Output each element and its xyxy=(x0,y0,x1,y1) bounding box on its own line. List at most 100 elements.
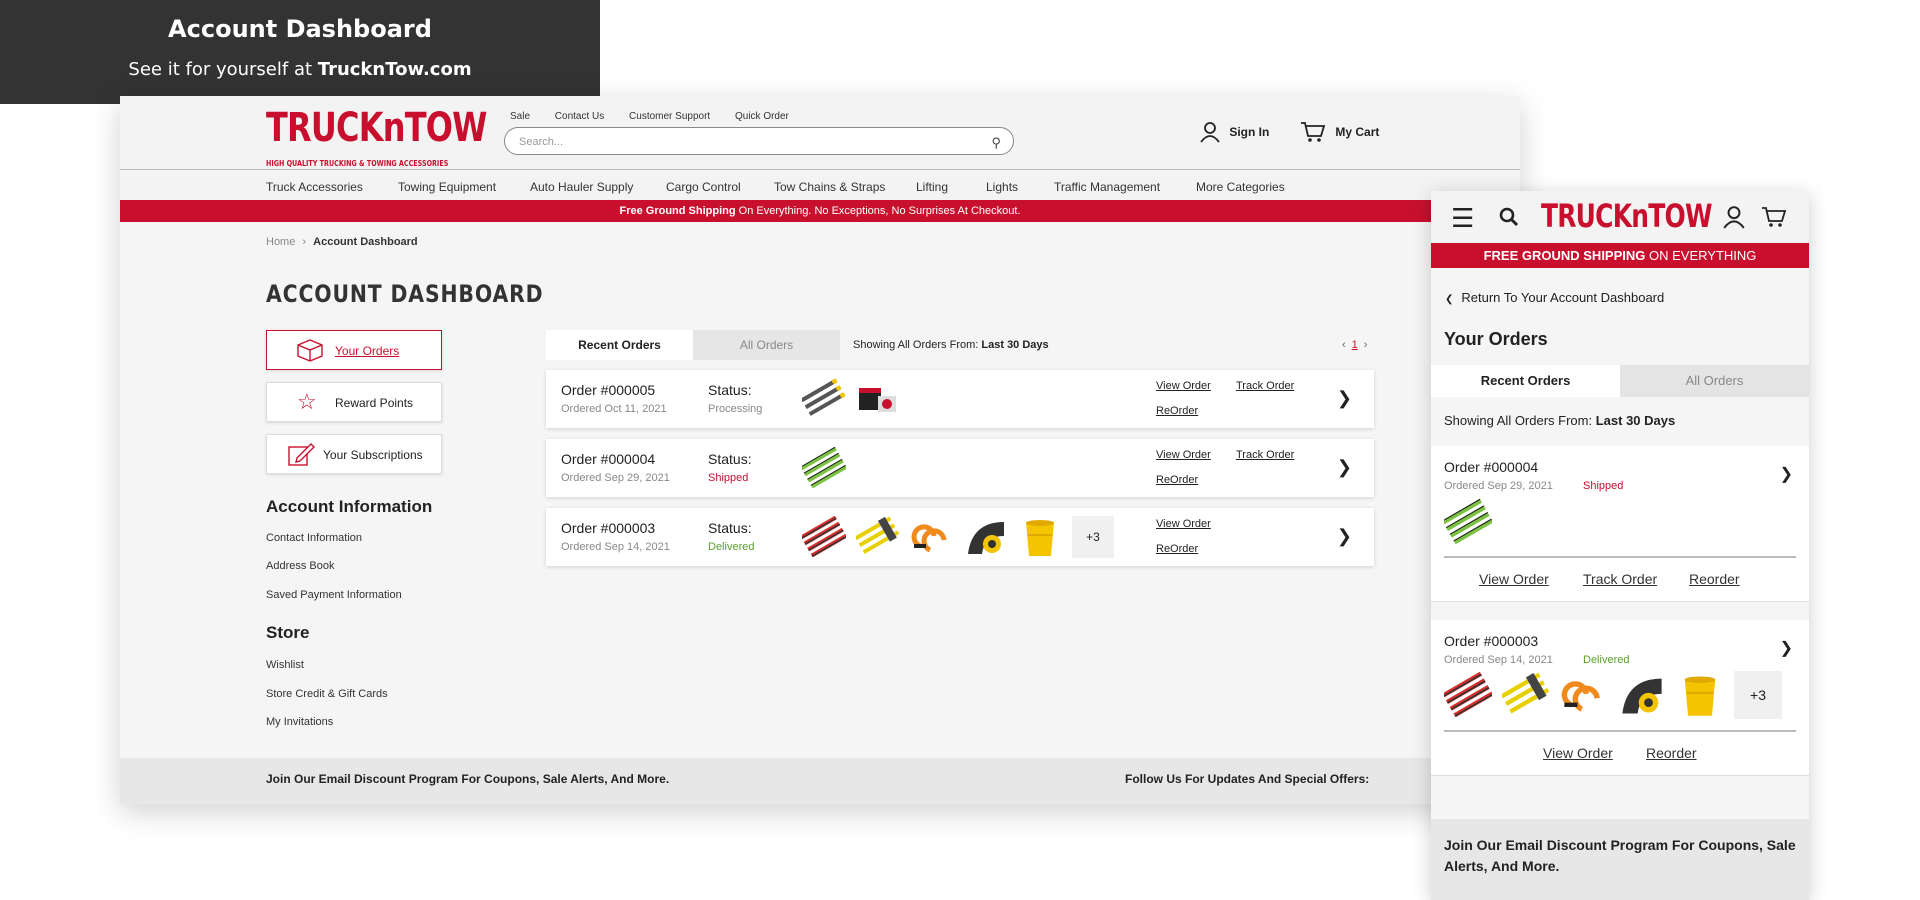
menu-icon[interactable]: ☰ xyxy=(1451,203,1474,234)
cart-button[interactable]: My Cart xyxy=(1300,121,1379,143)
product-thumb-green-straps xyxy=(1444,498,1492,546)
contact-info-link[interactable]: Contact Information xyxy=(266,532,362,544)
product-thumb-straps xyxy=(802,378,846,420)
view-order-link[interactable]: View Order xyxy=(1156,449,1211,461)
nav-truck-accessories[interactable]: Truck Accessories xyxy=(266,180,363,194)
breadcrumb-home[interactable]: Home xyxy=(266,236,295,248)
mobile-tab-all[interactable]: All Orders xyxy=(1620,365,1809,397)
chevron-right-icon[interactable]: ❯ xyxy=(1337,526,1352,547)
edit-icon xyxy=(287,441,315,473)
tab-all-orders[interactable]: All Orders xyxy=(693,330,840,360)
view-order-link[interactable]: View Order xyxy=(1479,571,1549,587)
pager-next[interactable]: › xyxy=(1364,339,1368,351)
reorder-link[interactable]: Reorder xyxy=(1646,745,1697,761)
chevron-right-icon[interactable]: ❯ xyxy=(1337,457,1352,478)
saved-payment-link[interactable]: Saved Payment Information xyxy=(266,589,402,601)
cart-icon[interactable] xyxy=(1761,206,1787,233)
more-items-badge[interactable]: +3 xyxy=(1734,671,1782,719)
user-icon xyxy=(1200,122,1220,143)
star-icon: ☆ xyxy=(297,389,317,414)
nav-tow-chains[interactable]: Tow Chains & Straps xyxy=(774,180,885,194)
chevron-right-icon[interactable]: ❯ xyxy=(1780,638,1793,658)
top-link-quick-order[interactable]: Quick Order xyxy=(735,111,789,122)
view-order-link[interactable]: View Order xyxy=(1156,518,1211,530)
status-value: Delivered xyxy=(708,541,755,553)
tab-recent-orders[interactable]: Recent Orders xyxy=(546,330,693,360)
reward-points-button[interactable]: ☆ Reward Points xyxy=(266,382,442,422)
reorder-link[interactable]: ReOrder xyxy=(1156,543,1198,555)
nav-lifting[interactable]: Lifting xyxy=(916,180,948,194)
product-thumb-green-straps xyxy=(802,447,846,489)
search-input[interactable]: Search... ⚲ xyxy=(504,127,1014,155)
mobile-screenshot: ☰ TRUCKnTOW FREE GROUND SHIPPING ON EVER… xyxy=(1431,191,1809,900)
promo-subtitle-text: See it for yourself at xyxy=(128,59,313,80)
top-links: Sale Contact Us Customer Support Quick O… xyxy=(510,111,811,122)
sign-in-label: Sign In xyxy=(1229,125,1270,139)
showing-label: Showing All Orders From: xyxy=(853,339,979,351)
mobile-order-card[interactable]: Order #000003 Ordered Sep 14, 2021 Deliv… xyxy=(1431,620,1809,776)
view-order-link[interactable]: View Order xyxy=(1543,745,1613,761)
mobile-logo[interactable]: TRUCKnTOW xyxy=(1541,199,1712,233)
reward-points-label: Reward Points xyxy=(335,396,414,410)
order-card[interactable]: Order #000005 Ordered Oct 11, 2021 Statu… xyxy=(546,370,1374,428)
store-credit-link[interactable]: Store Credit & Gift Cards xyxy=(266,688,388,700)
user-icon[interactable] xyxy=(1723,205,1745,234)
top-link-support[interactable]: Customer Support xyxy=(629,111,710,122)
search-placeholder: Search... xyxy=(519,136,564,148)
mobile-showing-value: Last 30 Days xyxy=(1595,413,1676,428)
top-link-contact[interactable]: Contact Us xyxy=(555,111,604,122)
track-order-link[interactable]: Track Order xyxy=(1236,449,1294,461)
search-icon[interactable] xyxy=(1499,207,1519,232)
sign-in-button[interactable]: Sign In xyxy=(1200,121,1269,143)
order-date: Ordered Sep 14, 2021 xyxy=(1444,654,1553,666)
store-heading: Store xyxy=(266,623,310,642)
status-label: Status: xyxy=(708,520,752,536)
nav-lights[interactable]: Lights xyxy=(986,180,1018,194)
pager-page[interactable]: 1 xyxy=(1352,339,1358,351)
track-order-link[interactable]: Track Order xyxy=(1583,571,1657,587)
chevron-right-icon[interactable]: ❯ xyxy=(1780,464,1793,484)
top-link-sale[interactable]: Sale xyxy=(510,111,530,122)
page-title: ACCOUNT DASHBOARD xyxy=(266,280,544,308)
shipping-banner: Free Ground Shipping On Everything. No E… xyxy=(120,200,1520,222)
order-card[interactable]: Order #000003 Ordered Sep 14, 2021 Statu… xyxy=(546,508,1374,566)
reorder-link[interactable]: Reorder xyxy=(1689,571,1740,587)
wishlist-link[interactable]: Wishlist xyxy=(266,659,304,671)
mobile-shipping-bold: FREE GROUND SHIPPING xyxy=(1483,248,1646,263)
nav-towing-equipment[interactable]: Towing Equipment xyxy=(398,180,496,194)
invitations-link[interactable]: My Invitations xyxy=(266,716,333,728)
nav-traffic-management[interactable]: Traffic Management xyxy=(1054,180,1160,194)
status-value: Shipped xyxy=(708,472,749,484)
nav-cargo-control[interactable]: Cargo Control xyxy=(666,180,741,194)
reorder-link[interactable]: ReOrder xyxy=(1156,405,1198,417)
desktop-header: TRUCKnTOW HIGH QUALITY TRUCKING & TOWING … xyxy=(120,96,1520,170)
your-subscriptions-button[interactable]: Your Subscriptions xyxy=(266,434,442,474)
more-items-badge[interactable]: +3 xyxy=(1072,516,1114,558)
mobile-tab-recent[interactable]: Recent Orders xyxy=(1431,365,1620,397)
search-icon[interactable]: ⚲ xyxy=(991,135,1001,151)
pagination: ‹ 1 › xyxy=(1342,339,1367,351)
view-order-link[interactable]: View Order xyxy=(1156,380,1211,392)
mobile-order-card[interactable]: Order #000004 Ordered Sep 29, 2021 Shipp… xyxy=(1431,446,1809,602)
product-thumb-wheel-chock xyxy=(964,516,1008,558)
pager-prev[interactable]: ‹ xyxy=(1342,339,1346,351)
status-value: Processing xyxy=(708,403,763,415)
order-number: Order #000003 xyxy=(561,520,656,536)
chevron-right-icon[interactable]: ❯ xyxy=(1337,388,1352,409)
box-icon xyxy=(295,338,325,368)
your-orders-button[interactable]: Your Orders xyxy=(266,330,442,370)
track-order-link[interactable]: Track Order xyxy=(1236,380,1294,392)
product-thumb-bucket xyxy=(1676,671,1724,719)
nav-more-categories[interactable]: More Categories xyxy=(1196,180,1285,194)
address-book-link[interactable]: Address Book xyxy=(266,560,334,572)
order-card[interactable]: Order #000004 Ordered Sep 29, 2021 Statu… xyxy=(546,439,1374,497)
return-link[interactable]: ❮ Return To Your Account Dashboard xyxy=(1445,290,1664,305)
product-thumb-red-straps xyxy=(1444,671,1492,719)
showing-value: Last 30 Days xyxy=(981,339,1049,351)
product-thumbnails xyxy=(802,447,846,489)
nav-auto-hauler-supply[interactable]: Auto Hauler Supply xyxy=(530,180,633,194)
cart-label: My Cart xyxy=(1335,125,1380,139)
main-nav: Truck Accessories Towing Equipment Auto … xyxy=(120,172,1520,202)
showing-filter: Showing All Orders From: Last 30 Days xyxy=(853,339,1049,351)
reorder-link[interactable]: ReOrder xyxy=(1156,474,1198,486)
